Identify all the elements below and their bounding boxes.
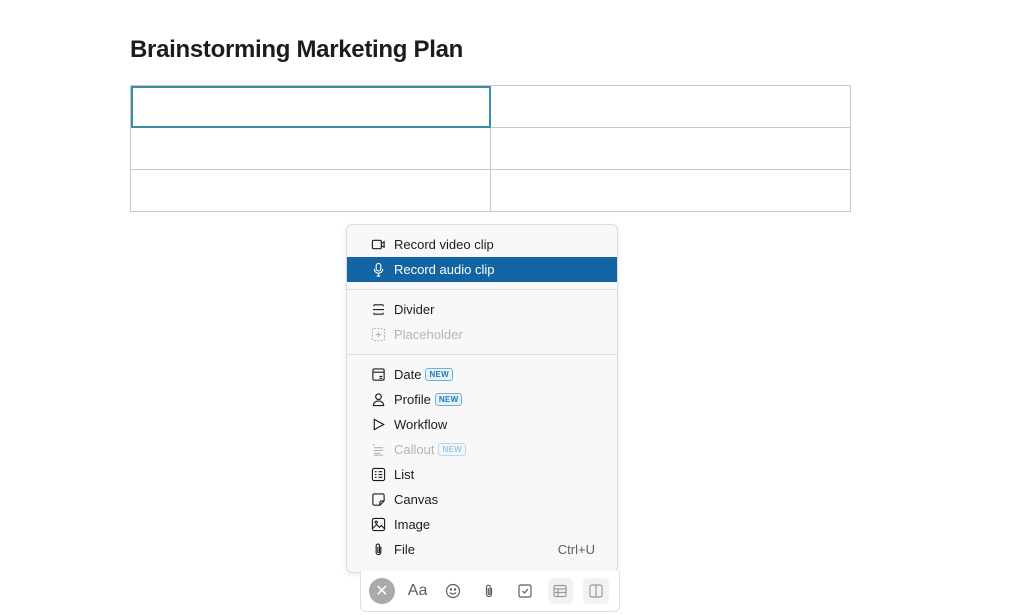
placeholder-icon [370,327,386,343]
columns-button[interactable] [583,578,610,604]
menu-item-list[interactable]: List [347,462,617,487]
menu-item-record-video-clip[interactable]: Record video clip [347,232,617,257]
paperclip-icon [370,542,386,558]
close-icon: ✕ [375,583,389,600]
table-cell[interactable] [130,169,491,212]
columns-icon [589,584,603,598]
list-icon [370,467,386,483]
checkbox-icon [518,584,532,598]
menu-divider [347,354,617,355]
table-cell[interactable] [490,85,851,128]
keyboard-shortcut: Ctrl+U [557,542,595,557]
menu-item-profile[interactable]: Profile NEW [347,387,617,412]
emoji-icon [446,583,461,599]
menu-divider [347,289,617,290]
play-icon [370,417,386,433]
checklist-button[interactable] [512,578,538,604]
page-title: Brainstorming Marketing Plan [130,36,463,63]
table-cell[interactable] [490,169,851,212]
table-cell[interactable] [130,85,491,128]
table-row [130,85,851,128]
insert-menu: Record video clip Record audio clip Divi… [346,224,618,573]
emoji-button[interactable] [440,578,466,604]
microphone-icon [370,262,386,278]
table-button[interactable] [547,578,574,604]
table-row [130,169,851,212]
menu-item-record-audio-clip[interactable]: Record audio clip [347,257,617,282]
person-icon [370,392,386,408]
menu-item-file[interactable]: File Ctrl+U [347,537,617,562]
calendar-icon [370,367,386,383]
divider-icon [370,302,386,318]
image-icon [370,517,386,533]
attach-button[interactable] [476,578,502,604]
video-icon [370,237,386,253]
table-cell[interactable] [490,127,851,170]
document-table [130,85,851,212]
new-badge: NEW [438,443,467,456]
table-icon [553,584,568,598]
close-button[interactable]: ✕ [369,578,395,604]
new-badge: NEW [434,393,463,406]
table-row [130,127,851,170]
menu-item-divider[interactable]: Divider [347,297,617,322]
table-cell[interactable] [130,127,491,170]
composer-toolbar: ✕ Aa [360,571,620,612]
callout-icon [370,442,386,458]
menu-item-workflow[interactable]: Workflow [347,412,617,437]
paperclip-icon [485,584,493,598]
menu-item-placeholder[interactable]: Placeholder [347,322,617,347]
new-badge: NEW [425,368,454,381]
menu-item-callout[interactable]: Callout NEW [347,437,617,462]
menu-item-date[interactable]: Date NEW [347,362,617,387]
menu-item-image[interactable]: Image [347,512,617,537]
text-format-icon: Aa [407,582,428,599]
canvas-icon [370,492,386,508]
menu-item-canvas[interactable]: Canvas [347,487,617,512]
formatting-button[interactable]: Aa [405,578,431,604]
